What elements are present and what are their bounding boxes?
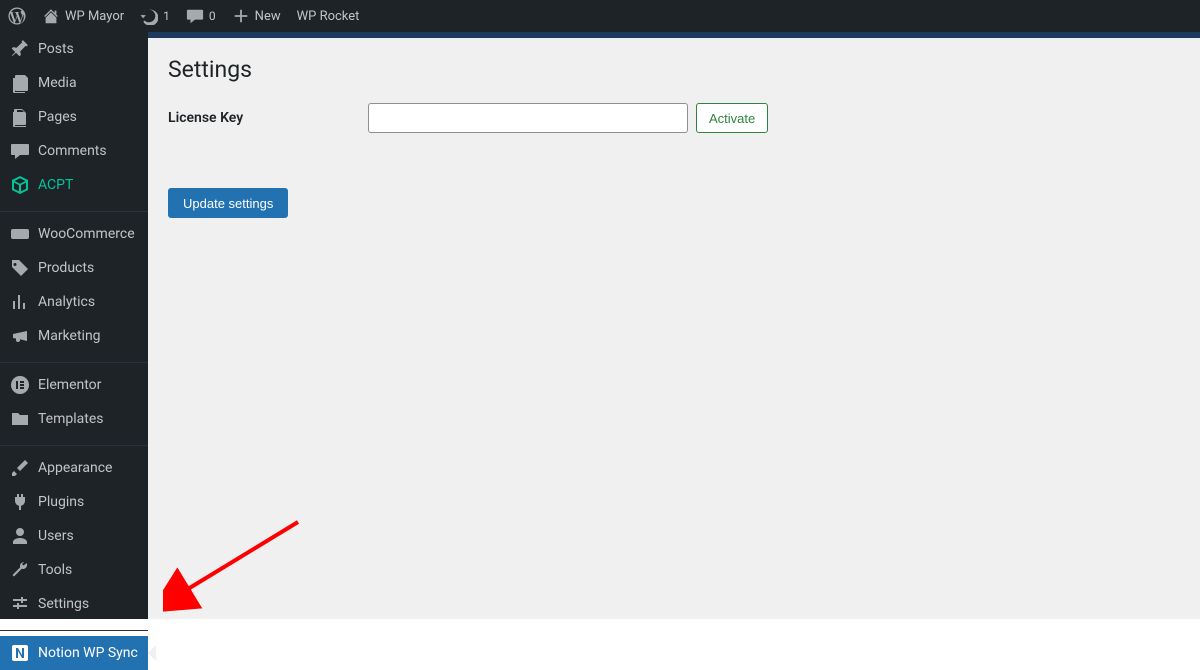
new-content-menu[interactable]: New	[224, 0, 289, 32]
chart-icon	[10, 292, 30, 312]
update-settings-button[interactable]: Update settings	[168, 188, 288, 218]
license-key-label: License Key	[168, 110, 368, 126]
megaphone-icon	[10, 326, 30, 346]
sidebar-item-label: Marketing	[38, 328, 101, 344]
admin-menu: Posts Media Pages Comments ACPT WooComme…	[0, 32, 148, 670]
wp-logo-menu[interactable]	[0, 0, 34, 32]
sidebar-item-plugins[interactable]: Plugins	[0, 485, 148, 519]
sidebar-item-products[interactable]: Products	[0, 251, 148, 285]
comments-menu[interactable]: 0	[178, 0, 224, 32]
menu-separator	[0, 358, 148, 363]
site-name-menu[interactable]: WP Mayor	[34, 0, 132, 32]
menu-separator	[0, 441, 148, 446]
comments-count: 0	[209, 9, 216, 23]
sidebar-item-label: Pages	[38, 109, 77, 125]
sidebar-item-label: ACPT	[38, 177, 73, 193]
wrench-icon	[10, 560, 30, 580]
annotation-arrow	[163, 512, 313, 622]
sidebar-item-label: Users	[38, 528, 74, 544]
sidebar-item-analytics[interactable]: Analytics	[0, 285, 148, 319]
sidebar-item-label: WooCommerce	[38, 226, 135, 242]
plug-icon	[10, 492, 30, 512]
sidebar-item-templates[interactable]: Templates	[0, 402, 148, 436]
wp-rocket-label: WP Rocket	[297, 9, 360, 24]
pages-icon	[10, 107, 30, 127]
sidebar-item-label: Products	[38, 260, 94, 276]
woo-icon	[10, 224, 30, 244]
notion-icon	[10, 643, 30, 663]
sidebar-item-label: Tools	[38, 562, 72, 578]
license-key-row: License Key Activate	[168, 103, 1180, 133]
sidebar-item-settings[interactable]: Settings	[0, 587, 148, 621]
tag-icon	[10, 258, 30, 278]
sidebar-item-elementor[interactable]: Elementor	[0, 368, 148, 402]
menu-separator	[0, 626, 148, 631]
home-icon	[42, 7, 60, 25]
sidebar-item-label: Settings	[38, 596, 89, 612]
sidebar-item-comments[interactable]: Comments	[0, 134, 148, 168]
sidebar-item-label: Analytics	[38, 294, 95, 310]
menu-separator	[0, 207, 148, 212]
content-area: Settings License Key Activate Update set…	[148, 32, 1200, 619]
new-label: New	[255, 9, 281, 24]
media-icon	[10, 73, 30, 93]
brush-icon	[10, 458, 30, 478]
wordpress-logo-icon	[8, 7, 26, 25]
box-icon	[10, 175, 30, 195]
page-title: Settings	[168, 56, 1180, 83]
sidebar-item-users[interactable]: Users	[0, 519, 148, 553]
sidebar-item-posts[interactable]: Posts	[0, 32, 148, 66]
plus-icon	[232, 7, 250, 25]
sidebar-item-label: Media	[38, 75, 77, 91]
admin-bar: WP Mayor 1 0 New WP Rocket	[0, 0, 1200, 32]
comment-icon	[10, 141, 30, 161]
sidebar-item-label: Posts	[38, 41, 74, 57]
wp-rocket-menu[interactable]: WP Rocket	[289, 0, 368, 32]
folder-icon	[10, 409, 30, 429]
sidebar-item-label: Templates	[38, 411, 104, 427]
updates-icon	[140, 7, 158, 25]
site-name-label: WP Mayor	[65, 9, 124, 24]
sidebar-item-media[interactable]: Media	[0, 66, 148, 100]
comment-icon	[186, 7, 204, 25]
sidebar-item-label: Plugins	[38, 494, 84, 510]
pin-icon	[10, 39, 30, 59]
sidebar-item-label: Comments	[38, 143, 107, 159]
sidebar-item-marketing[interactable]: Marketing	[0, 319, 148, 353]
license-key-input[interactable]	[368, 103, 688, 133]
sliders-icon	[10, 594, 30, 614]
activate-button[interactable]: Activate	[696, 103, 768, 133]
sidebar-item-tools[interactable]: Tools	[0, 553, 148, 587]
sidebar-item-pages[interactable]: Pages	[0, 100, 148, 134]
updates-count: 1	[163, 9, 170, 23]
updates-menu[interactable]: 1	[132, 0, 178, 32]
sidebar-item-acpt[interactable]: ACPT	[0, 168, 148, 202]
sidebar-item-label: Notion WP Sync	[38, 645, 138, 661]
sidebar-item-appearance[interactable]: Appearance	[0, 451, 148, 485]
sidebar-item-label: Appearance	[38, 460, 112, 476]
sidebar-item-notion-wp-sync[interactable]: Notion WP Sync	[0, 636, 148, 670]
admin-sidebar: Posts Media Pages Comments ACPT WooComme…	[0, 32, 148, 619]
sidebar-item-label: Elementor	[38, 377, 101, 393]
sidebar-item-woocommerce[interactable]: WooCommerce	[0, 217, 148, 251]
elementor-icon	[10, 375, 30, 395]
user-icon	[10, 526, 30, 546]
